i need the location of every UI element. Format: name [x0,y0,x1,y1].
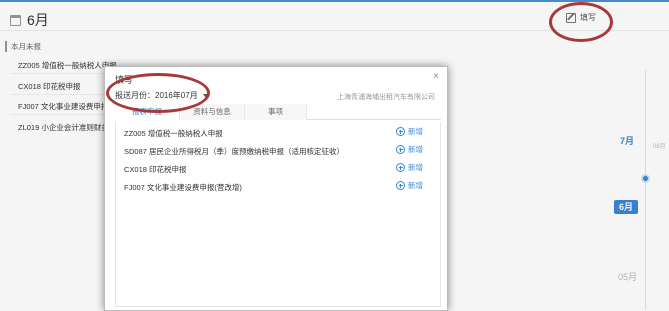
add-button[interactable]: 新增 [396,126,423,137]
report-name: CX018 印花税申报 [124,165,187,174]
report-name: SD087 居民企业所得税月（季）度预缴纳税申报（适用核定征收） [124,147,345,156]
company-name: 上海青浦海埔出租汽车有限公司 [337,94,435,101]
tab-matters[interactable]: 事项 [245,104,307,120]
add-label: 新增 [408,181,423,190]
report-name: ZZ005 增值税一般纳税人申报 [124,129,223,138]
report-month-select[interactable]: 报送月份：2016年07月 [115,90,209,101]
list-item: SD087 居民企业所得税月（季）度预缴纳税申报（适用核定征收） 新增 [116,142,442,158]
caret-down-icon [202,93,209,98]
list-item: FJ007 文化事业建设费申报(营改增) 新增 [116,178,442,194]
fill-dialog: 填写 × 报送月份：2016年07月 上海青浦海埔出租汽车有限公司 报表申报 资… [104,66,448,311]
plus-circle-icon [396,163,405,172]
add-label: 新增 [408,127,423,136]
tab-report[interactable]: 报表申报 [115,104,180,120]
report-name: FJ007 文化事业建设费申报(营改增) [124,183,242,192]
plus-circle-icon [396,181,405,190]
add-button[interactable]: 新增 [396,144,423,155]
add-button[interactable]: 新增 [396,162,423,173]
dialog-title: 填写 [115,75,134,85]
add-label: 新增 [408,163,423,172]
close-icon[interactable]: × [433,71,439,82]
tab-info[interactable]: 资料与信息 [180,104,245,120]
add-button[interactable]: 新增 [396,180,423,191]
plus-circle-icon [396,127,405,136]
dialog-tabs: 报表申报 资料与信息 事项 [115,104,441,120]
report-list: ZZ005 增值税一般纳税人申报 新增 SD087 居民企业所得税月（季）度预缴… [115,122,441,307]
plus-circle-icon [396,145,405,154]
list-item: CX018 印花税申报 新增 [116,160,442,176]
report-month-value: 报送月份：2016年07月 [115,91,198,100]
add-label: 新增 [408,145,423,154]
list-item: ZZ005 增值税一般纳税人申报 新增 [116,124,442,140]
